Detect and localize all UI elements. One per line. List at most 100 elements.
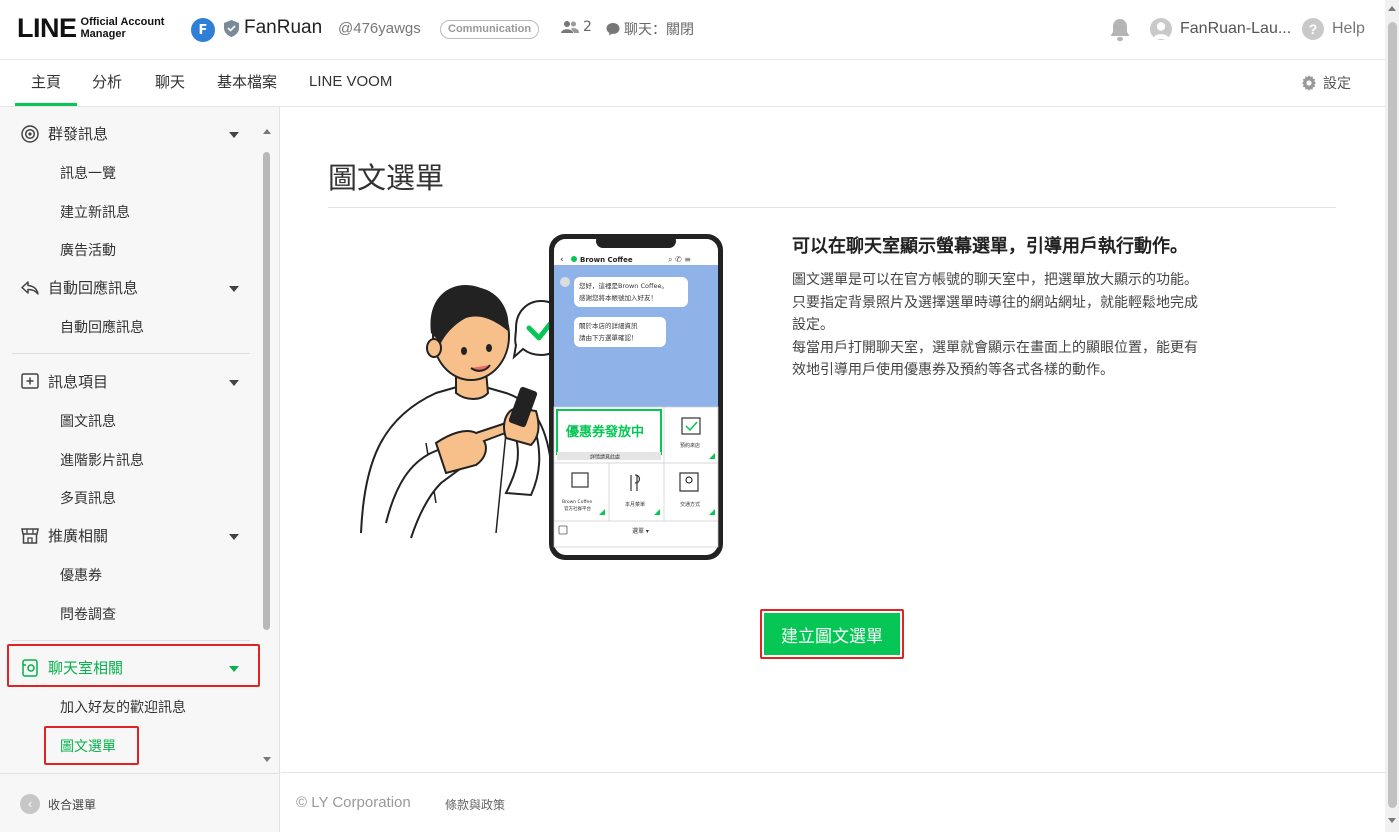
sidebar-item-rich-message[interactable]: 圖文訊息 <box>60 411 116 431</box>
user-name: FanRuan-Lau... <box>1180 20 1292 37</box>
store-icon <box>21 527 39 544</box>
svg-text:⌕ ✆ ≡: ⌕ ✆ ≡ <box>668 255 691 264</box>
sidebar-item-rich-video[interactable]: 進階影片訊息 <box>60 450 144 470</box>
sidebar-menu: 群發訊息 訊息一覽 建立新訊息 廣告活動 自動回應訊息 自動回應訊息 訊息項目 … <box>0 107 262 773</box>
page-title: 圖文選單 <box>328 161 445 195</box>
add-message-icon <box>21 372 39 389</box>
chat-status[interactable]: 聊天：關閉 <box>606 19 694 39</box>
tab-line-voom[interactable]: LINE VOOM <box>309 60 392 106</box>
phone-reserve-label: 預約來店 <box>680 442 700 449</box>
tab-analytics[interactable]: 分析 <box>92 60 122 106</box>
phone-bubble-2b: 請由下方選單確認！ <box>579 333 638 342</box>
sidebar-section-chat-room[interactable]: 聊天室相關 <box>20 657 123 678</box>
tab-profile[interactable]: 基本檔案 <box>217 60 277 106</box>
sidebar-scroll-down[interactable] <box>263 757 271 762</box>
sidebar-section-auto-reply[interactable]: 自動回應訊息 <box>20 277 138 298</box>
page-footer: © LY Corporation 條款與政策 <box>281 772 1385 832</box>
phone-coupon-label: 優惠券發放中 <box>565 424 644 440</box>
sidebar-item-greeting-message[interactable]: 加入好友的歡迎訊息 <box>60 697 186 717</box>
category-badge: Communication <box>440 20 540 39</box>
broadcast-icon <box>21 124 39 143</box>
logo-text: LINE <box>17 13 77 43</box>
promo-heading: 可以在聊天室顯示螢幕選單，引導用戶執行動作。 <box>792 236 1188 257</box>
sidebar-item-surveys[interactable]: 問卷調查 <box>60 604 116 624</box>
account-name[interactable]: FanRuan <box>244 17 322 39</box>
sidebar: 群發訊息 訊息一覽 建立新訊息 廣告活動 自動回應訊息 自動回應訊息 訊息項目 … <box>0 107 280 832</box>
account-id: @476yawgs <box>338 20 421 37</box>
main-content: 圖文選單 ‹ Brown Coffee ⌕ ✆ ≡ 您好，這裡是Brown Co… <box>281 107 1385 832</box>
notification-bell-icon[interactable] <box>1109 18 1131 42</box>
settings-label: 設定 <box>1323 76 1351 92</box>
sidebar-item-coupons[interactable]: 優惠券 <box>60 565 102 585</box>
scroll-down-arrow-icon[interactable] <box>1388 818 1396 823</box>
chat-room-icon <box>22 658 38 677</box>
title-divider <box>328 207 1336 208</box>
sidebar-divider <box>12 640 250 641</box>
reply-icon <box>21 280 39 295</box>
sidebar-item-create-message[interactable]: 建立新訊息 <box>60 202 130 222</box>
scroll-thumb[interactable] <box>1388 22 1397 808</box>
sidebar-section-label: 訊息項目 <box>48 373 109 391</box>
top-header: LINE Official Account Manager F FanRuan … <box>0 0 1385 60</box>
scroll-up-arrow-icon[interactable] <box>1388 6 1396 11</box>
sidebar-section-message-items[interactable]: 訊息項目 <box>20 371 108 392</box>
sidebar-section-promotion[interactable]: 推廣相關 <box>20 525 108 546</box>
friends-count[interactable]: 2 <box>561 19 592 35</box>
copyright-text: © LY Corporation <box>296 794 411 811</box>
main-tabs: 主頁 分析 聊天 基本檔案 LINE VOOM 設定 <box>0 60 1385 107</box>
sidebar-footer: ‹ 收合選單 <box>0 773 279 832</box>
sidebar-item-rich-menu[interactable]: 圖文選單 <box>60 736 116 756</box>
chat-bubble-icon <box>606 23 620 36</box>
settings-link[interactable]: 設定 <box>1301 73 1351 93</box>
phone-menu-toggle: 選單 ▾ <box>632 527 649 535</box>
phone-coupon-sub: 詳情請見此處 <box>590 454 620 461</box>
logo-sub-line2: Manager <box>80 28 126 40</box>
sidebar-section-label: 推廣相關 <box>48 527 109 545</box>
phone-menu-label: 本月菜單 <box>625 501 645 508</box>
phone-access-label: 交通方式 <box>680 501 700 508</box>
friends-count-value: 2 <box>583 19 592 35</box>
chevron-down-icon[interactable] <box>229 380 239 386</box>
people-icon <box>561 21 579 33</box>
phone-official-2: 官方社群平台 <box>564 505 591 512</box>
help-link[interactable]: ? Help <box>1302 18 1365 40</box>
sidebar-section-broadcast[interactable]: 群發訊息 <box>20 123 108 144</box>
collapse-menu-label: 收合選單 <box>48 797 97 812</box>
highlight-box: 建立圖文選單 <box>760 609 904 659</box>
sidebar-item-card-message[interactable]: 多頁訊息 <box>60 488 116 508</box>
chevron-down-icon[interactable] <box>229 666 239 672</box>
sidebar-item-campaigns[interactable]: 廣告活動 <box>60 240 116 260</box>
phone-bubble-1b: 感謝您將本帳號加入好友！ <box>579 293 657 302</box>
shield-icon <box>224 20 239 37</box>
line-oa-logo[interactable]: LINE Official Account Manager <box>17 14 164 42</box>
terms-link[interactable]: 條款與政策 <box>445 796 505 813</box>
sidebar-section-label: 自動回應訊息 <box>48 279 139 297</box>
rich-menu-illustration: ‹ Brown Coffee ⌕ ✆ ≡ 您好，這裡是Brown Coffee。… <box>360 234 723 560</box>
help-icon: ? <box>1302 18 1324 40</box>
user-avatar-icon <box>1150 18 1172 40</box>
chevron-down-icon[interactable] <box>229 534 239 540</box>
chevron-down-icon[interactable] <box>229 132 239 138</box>
logo-subtitle: Official Account Manager <box>81 16 165 40</box>
sidebar-item-auto-reply[interactable]: 自動回應訊息 <box>60 317 144 337</box>
create-rich-menu-button[interactable]: 建立圖文選單 <box>764 613 900 655</box>
sidebar-scrollbar[interactable] <box>262 127 270 762</box>
user-menu[interactable]: FanRuan-Lau... <box>1150 18 1291 40</box>
page-scrollbar[interactable] <box>1385 0 1399 832</box>
sidebar-divider <box>12 353 250 354</box>
collapse-menu-button[interactable]: ‹ 收合選單 <box>20 794 96 814</box>
chevron-left-icon: ‹ <box>20 794 40 814</box>
sidebar-item-message-list[interactable]: 訊息一覽 <box>60 163 116 183</box>
sidebar-section-label: 群發訊息 <box>48 125 109 143</box>
phone-bubble-1a: 您好，這裡是Brown Coffee。 <box>579 281 668 290</box>
tab-chat[interactable]: 聊天 <box>155 60 185 106</box>
gear-icon <box>1302 75 1316 91</box>
chat-status-label: 聊天：關閉 <box>624 22 694 38</box>
svg-text:‹: ‹ <box>560 255 564 265</box>
account-avatar[interactable]: F <box>191 18 215 42</box>
phone-bubble-2a: 關於本店的詳細資訊 <box>579 321 638 330</box>
sidebar-section-label: 聊天室相關 <box>48 659 124 677</box>
chevron-down-icon[interactable] <box>229 286 239 292</box>
phone-official-1: Brown Coffee <box>562 499 592 505</box>
tab-home[interactable]: 主頁 <box>15 60 77 106</box>
